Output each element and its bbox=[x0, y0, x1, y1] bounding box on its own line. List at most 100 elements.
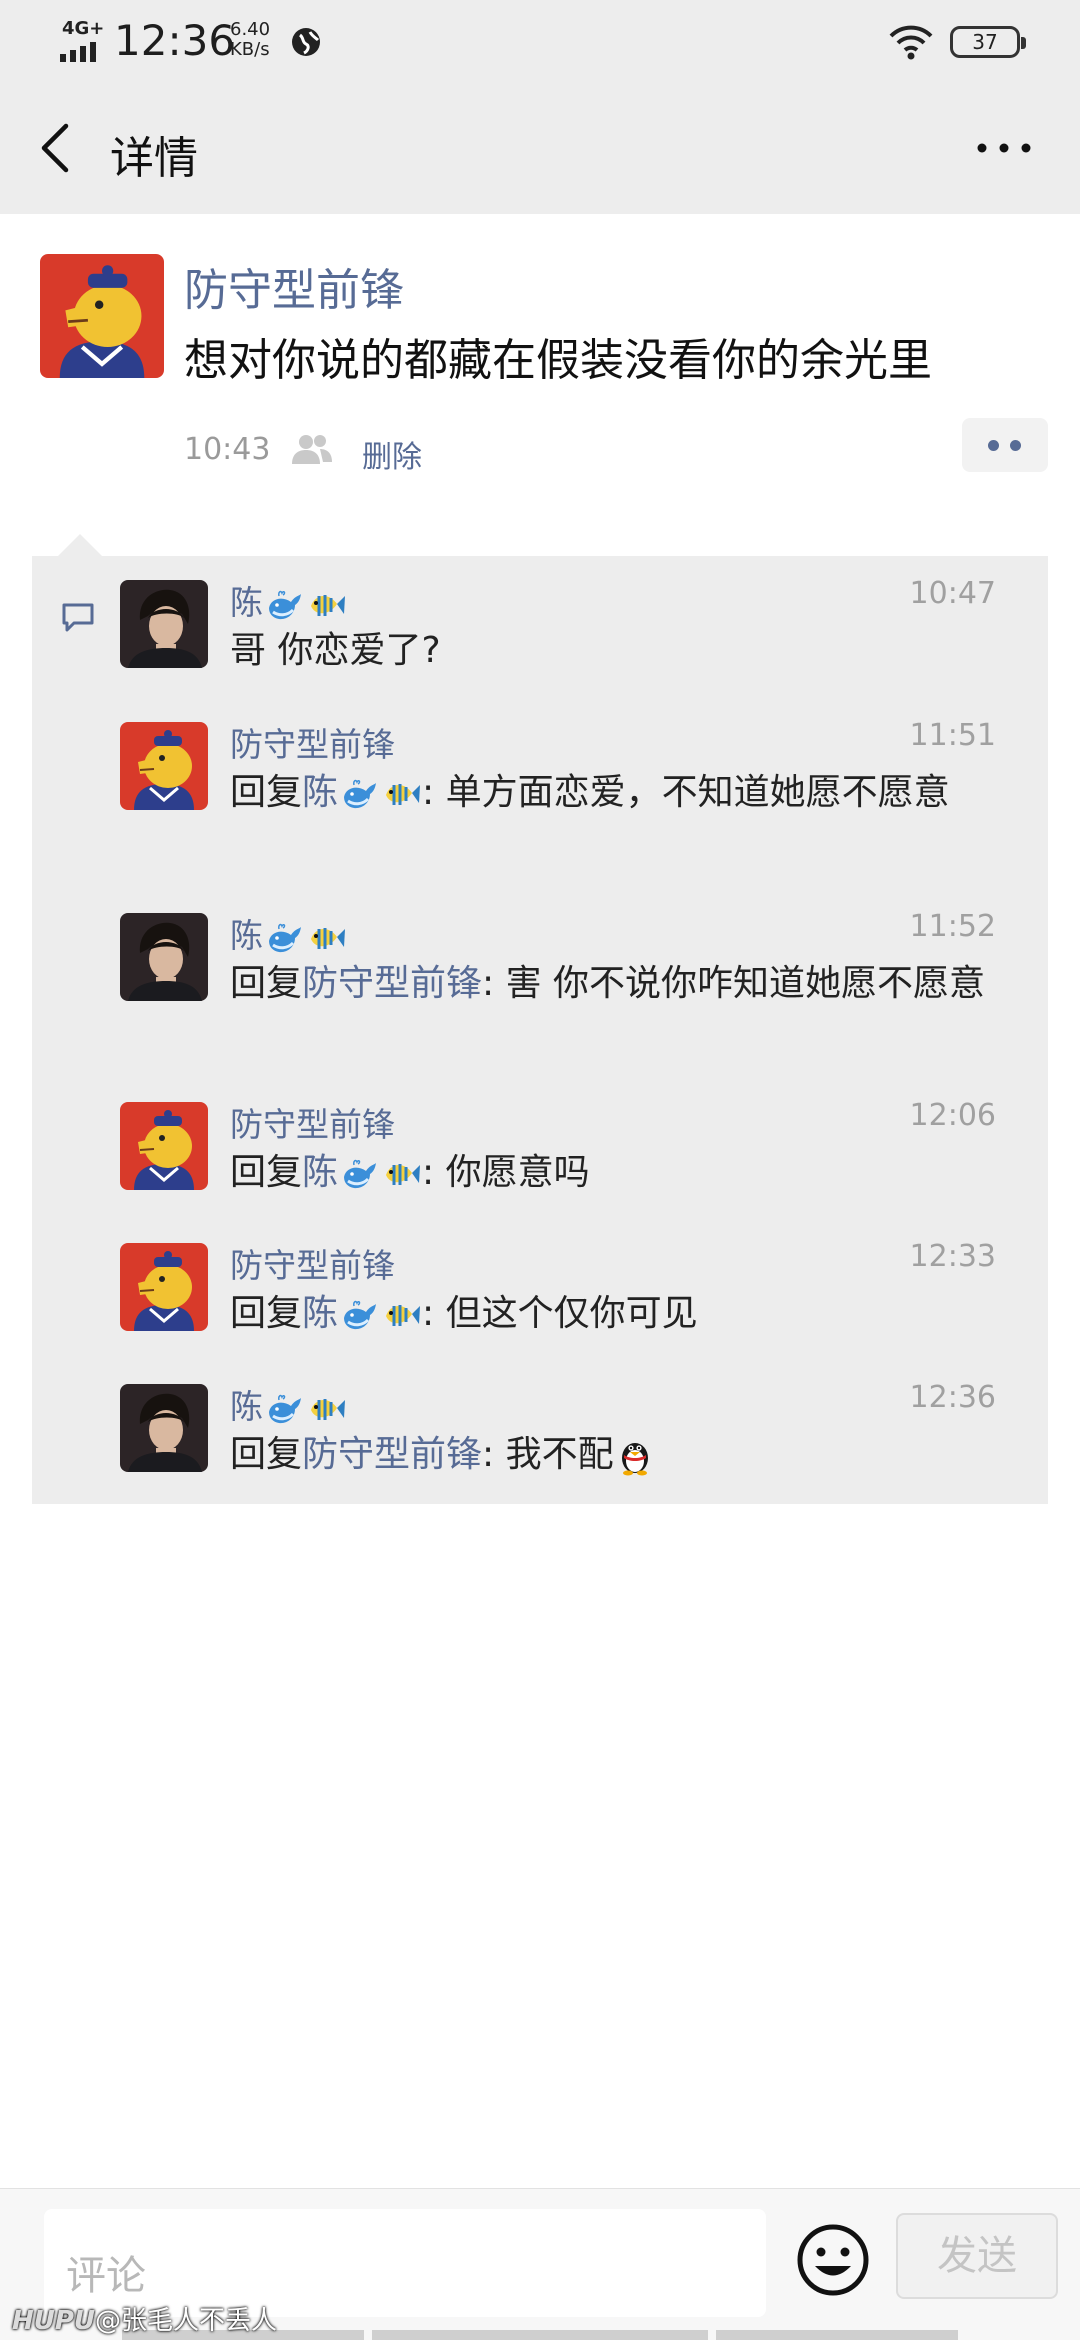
comment-body: 回复防守型前锋: 害 你不说你咋知道她愿不愿意 bbox=[230, 959, 1030, 1009]
comment-text: : 我不配 bbox=[482, 1434, 614, 1475]
network-speed: 6.40 KB/s bbox=[230, 20, 270, 60]
back-arrow-icon[interactable] bbox=[36, 122, 76, 174]
post-time: 10:43 bbox=[184, 432, 271, 467]
boy-avatar bbox=[120, 580, 208, 668]
signal-bars-icon bbox=[60, 42, 104, 62]
comment-body: 回复陈 : 你愿意吗 bbox=[230, 1148, 1030, 1198]
watermark-user: @张毛人不丢人 bbox=[95, 2306, 278, 2336]
nav-bar: 详情 bbox=[0, 84, 1080, 214]
watermark: HUPU@张毛人不丢人 bbox=[12, 2300, 277, 2337]
bottom-indicator bbox=[716, 2330, 958, 2340]
reply-prefix: 回复 bbox=[230, 1152, 303, 1193]
reply-target-name[interactable]: 防守型前锋 bbox=[302, 1434, 482, 1475]
yellow-avatar bbox=[40, 254, 164, 378]
fish-emoji bbox=[386, 1164, 421, 1185]
comment-icon bbox=[62, 603, 94, 632]
whale-emoji bbox=[269, 590, 301, 619]
commenter-name-line: 防守型前锋 bbox=[230, 1239, 395, 1287]
status-bar: 4G+ 12:36 6.40 KB/s 37 bbox=[0, 0, 1080, 84]
post-author-name[interactable]: 防守型前锋 bbox=[184, 254, 404, 318]
whale-emoji bbox=[269, 923, 301, 952]
like-comment-button[interactable] bbox=[962, 418, 1048, 472]
comment-time: 12:33 bbox=[909, 1239, 996, 1274]
commenter-name[interactable]: 陈 bbox=[230, 583, 263, 622]
commenter-avatar[interactable] bbox=[120, 1102, 208, 1190]
comment-time: 12:06 bbox=[909, 1098, 996, 1133]
penguin-emoji bbox=[621, 1443, 648, 1476]
comment-text: : 单方面恋爱，不知道她愿不愿意 bbox=[422, 772, 950, 813]
bottom-indicator bbox=[372, 2330, 708, 2340]
boy-avatar bbox=[120, 1384, 208, 1472]
signal-indicator: 4G+ bbox=[58, 18, 106, 62]
visibility-icon[interactable] bbox=[290, 432, 334, 466]
commenter-avatar[interactable] bbox=[120, 913, 208, 1001]
whale-emoji bbox=[344, 779, 377, 809]
comment-time: 11:52 bbox=[909, 909, 996, 944]
comment-text: : 但这个仅你可见 bbox=[422, 1293, 698, 1334]
globe-icon bbox=[292, 28, 320, 56]
fish-emoji bbox=[386, 1305, 421, 1326]
whale-emoji bbox=[344, 1159, 377, 1189]
comment-time: 11:51 bbox=[909, 718, 996, 753]
comment-body: 回复防守型前锋: 我不配 bbox=[230, 1430, 1030, 1480]
page-title: 详情 bbox=[110, 133, 198, 184]
yellow-avatar bbox=[120, 1243, 208, 1331]
whale-emoji bbox=[269, 1394, 301, 1423]
speed-value: 6.40 bbox=[230, 19, 271, 40]
commenter-name[interactable]: 陈 bbox=[230, 916, 263, 955]
commenter-name-line: 防守型前锋 bbox=[230, 718, 395, 766]
reply-prefix: 回复 bbox=[230, 963, 303, 1004]
commenter-name-line: 陈 bbox=[230, 1380, 347, 1428]
commenter-name-line: 防守型前锋 bbox=[230, 1098, 395, 1146]
fish-emoji bbox=[311, 1398, 345, 1420]
smiley-icon[interactable] bbox=[796, 2223, 870, 2297]
yellow-avatar bbox=[120, 1102, 208, 1190]
comment-time: 12:36 bbox=[909, 1380, 996, 1415]
commenter-name[interactable]: 防守型前锋 bbox=[230, 1246, 395, 1285]
fish-emoji bbox=[311, 927, 345, 949]
watermark-brand: HUPU bbox=[12, 2306, 96, 2336]
comment-text: : 你愿意吗 bbox=[422, 1152, 590, 1193]
comment-body: 哥 你恋爱了? bbox=[230, 626, 1030, 676]
wifi-icon bbox=[889, 25, 933, 60]
comment-text: : 害 你不说你咋知道她愿不愿意 bbox=[482, 963, 986, 1004]
commenter-avatar[interactable] bbox=[120, 1384, 208, 1472]
delete-link[interactable]: 删除 bbox=[362, 432, 422, 476]
network-type: 4G+ bbox=[62, 18, 105, 39]
comment-text: 哥 你恋爱了? bbox=[230, 630, 441, 671]
fish-emoji bbox=[386, 784, 421, 805]
commenter-name[interactable]: 防守型前锋 bbox=[230, 1105, 395, 1144]
commenter-avatar[interactable] bbox=[120, 580, 208, 668]
boy-avatar bbox=[120, 913, 208, 1001]
reply-prefix: 回复 bbox=[230, 1293, 303, 1334]
status-time: 12:36 bbox=[114, 16, 236, 65]
reply-target-name[interactable]: 陈 bbox=[302, 1152, 338, 1193]
reply-target-name[interactable]: 陈 bbox=[302, 1293, 338, 1334]
reply-target-name[interactable]: 陈 bbox=[302, 772, 338, 813]
yellow-avatar bbox=[120, 722, 208, 810]
reply-prefix: 回复 bbox=[230, 772, 303, 813]
whale-emoji bbox=[344, 1300, 377, 1330]
post-author-avatar[interactable] bbox=[40, 254, 164, 378]
reply-target-name[interactable]: 防守型前锋 bbox=[302, 963, 482, 1004]
commenter-name[interactable]: 陈 bbox=[230, 1387, 263, 1426]
top-bar: 4G+ 12:36 6.40 KB/s 37 详情 bbox=[0, 0, 1080, 214]
send-button[interactable]: 发送 bbox=[896, 2213, 1058, 2299]
commenter-name-line: 陈 bbox=[230, 909, 347, 957]
post-text: 想对你说的都藏在假装没看你的余光里 bbox=[184, 335, 932, 386]
comment-body: 回复陈 : 但这个仅你可见 bbox=[230, 1289, 1030, 1339]
dot-icon bbox=[1010, 440, 1021, 451]
comment-placeholder: 评论 bbox=[66, 2253, 146, 2299]
fish-emoji bbox=[311, 594, 345, 616]
more-icon[interactable] bbox=[976, 140, 1032, 156]
reply-prefix: 回复 bbox=[230, 1434, 303, 1475]
commenter-name[interactable]: 防守型前锋 bbox=[230, 725, 395, 764]
dot-icon bbox=[988, 440, 999, 451]
commenter-avatar[interactable] bbox=[120, 1243, 208, 1331]
comment-time: 10:47 bbox=[909, 576, 996, 611]
speed-unit: KB/s bbox=[230, 39, 270, 60]
commenter-avatar[interactable] bbox=[120, 722, 208, 810]
battery-indicator: 37 bbox=[950, 26, 1026, 58]
commenter-name-line: 陈 bbox=[230, 576, 347, 624]
comment-body: 回复陈 : 单方面恋爱，不知道她愿不愿意 bbox=[230, 768, 1030, 818]
